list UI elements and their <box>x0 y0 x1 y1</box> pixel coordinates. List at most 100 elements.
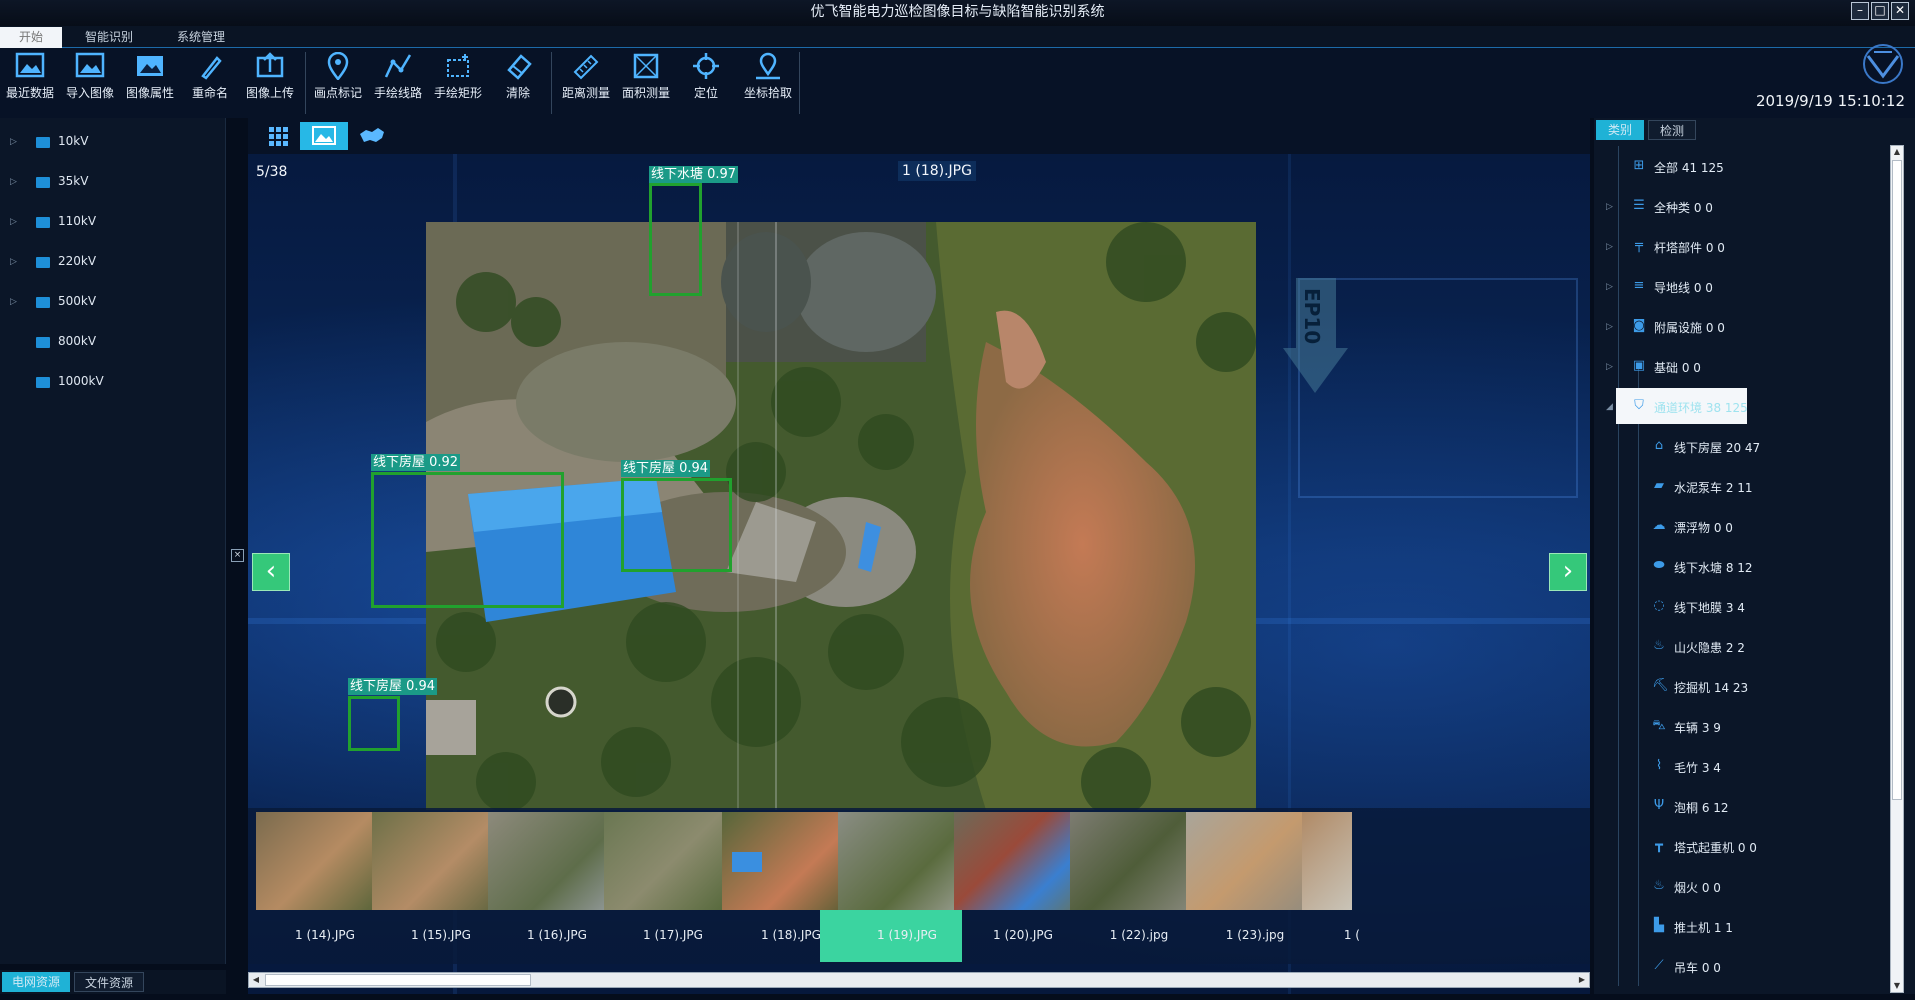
map-pin-icon <box>327 52 349 80</box>
category-floating-object[interactable]: ☁ 漂浮物 0 0 <box>1594 508 1874 544</box>
category-conductors[interactable]: ▷ ≡ 导地线 0 0 <box>1594 268 1874 304</box>
tree-item-110kv[interactable]: ▷ 110kV <box>0 203 226 243</box>
upload-icon <box>256 52 284 78</box>
expand-arrow-icon[interactable]: ▷ <box>1606 242 1613 252</box>
image-upload-button[interactable]: 图像上传 <box>240 52 300 101</box>
next-image-button[interactable]: › <box>1549 553 1587 591</box>
rename-button[interactable]: 重命名 <box>180 52 240 101</box>
tab-file-resources[interactable]: 文件资源 <box>74 972 144 992</box>
category-label: 导地线 0 0 <box>1654 281 1713 295</box>
thumbnail-detail <box>732 852 762 872</box>
tab-smart-recognition[interactable]: 智能识别 <box>70 27 148 48</box>
maximize-button[interactable]: □ <box>1871 2 1889 20</box>
lines-icon: ≡ <box>1633 278 1645 293</box>
detection-box[interactable] <box>621 478 732 572</box>
collapse-panel-button[interactable]: × <box>231 549 244 562</box>
tab-start[interactable]: 开始 <box>0 27 62 48</box>
image-properties-button[interactable]: 图像属性 <box>120 52 180 101</box>
category-pond-under-line[interactable]: ⬬ 线下水塘 8 12 <box>1594 548 1874 584</box>
draw-line-button[interactable]: 手绘线路 <box>368 52 428 101</box>
expand-arrow-icon[interactable]: ▷ <box>10 137 17 147</box>
tool-label: 定位 <box>693 86 718 100</box>
coordinate-pick-button[interactable]: 坐标拾取 <box>736 52 800 101</box>
map-view-button[interactable] <box>348 122 396 150</box>
category-excavator[interactable]: ⛏ 挖掘机 14 23 <box>1594 668 1874 704</box>
category-wildfire-hazard[interactable]: ♨ 山火隐患 2 2 <box>1594 628 1874 664</box>
horizontal-scrollbar[interactable]: ◀ ▶ <box>248 972 1590 988</box>
category-bamboo[interactable]: ⌇ 毛竹 3 4 <box>1594 748 1874 784</box>
tree-item-35kv[interactable]: ▷ 35kV <box>0 163 226 203</box>
right-category-panel: 类别 检测 ⊞ 全部 41 125 ▷ ☰ 全种类 0 0 ▷ ╤ 杆塔部件 0 0 ▷ ≡… <box>1594 118 1915 994</box>
category-pump-truck[interactable]: ▰ 水泥泵车 2 11 <box>1594 468 1874 504</box>
detection-label: 线下房屋 0.94 <box>621 460 711 477</box>
folder-icon <box>36 257 50 268</box>
expand-arrow-icon[interactable]: ▷ <box>10 257 17 267</box>
vertical-scrollbar[interactable]: ▲ ▼ <box>1890 145 1904 993</box>
detection-box[interactable] <box>371 472 564 608</box>
area-measure-button[interactable]: 面积测量 <box>616 52 676 101</box>
minimize-button[interactable]: – <box>1851 2 1869 20</box>
previous-image-button[interactable]: ‹ <box>252 553 290 591</box>
category-all[interactable]: ⊞ 全部 41 125 <box>1594 148 1874 184</box>
expand-arrow-icon[interactable]: ▷ <box>10 177 17 187</box>
category-crane-truck[interactable]: ⟋ 吊车 0 0 <box>1594 948 1874 984</box>
tree-item-220kv[interactable]: ▷ 220kV <box>0 243 226 283</box>
vertical-scroll-thumb[interactable] <box>1892 160 1902 800</box>
collapse-arrow-icon[interactable]: ◢ <box>1606 402 1613 412</box>
scroll-down-arrow-icon[interactable]: ▼ <box>1891 980 1903 992</box>
scroll-up-arrow-icon[interactable]: ▲ <box>1891 146 1903 158</box>
category-paulownia[interactable]: Ψ 泡桐 6 12 <box>1594 788 1874 824</box>
category-ground-film[interactable]: ◌ 线下地膜 3 4 <box>1594 588 1874 624</box>
tab-category[interactable]: 类别 <box>1596 120 1644 140</box>
scroll-right-arrow-icon[interactable]: ▶ <box>1576 974 1588 986</box>
category-tower-parts[interactable]: ▷ ╤ 杆塔部件 0 0 <box>1594 228 1874 264</box>
category-label: 山火隐患 2 2 <box>1674 641 1745 655</box>
clear-button[interactable]: 清除 <box>488 52 548 101</box>
tree-item-800kv[interactable]: 800kV <box>0 323 226 363</box>
chevron-left-icon: ‹ <box>265 556 277 586</box>
tab-system-management[interactable]: 系统管理 <box>162 27 240 48</box>
tool-label: 重命名 <box>191 86 228 100</box>
category-tower-crane[interactable]: ┳ 塔式起重机 0 0 <box>1594 828 1874 864</box>
expand-arrow-icon[interactable]: ▷ <box>10 217 17 227</box>
point-mark-button[interactable]: 画点标记 <box>308 52 368 101</box>
category-bulldozer[interactable]: ▙ 推土机 1 1 <box>1594 908 1874 944</box>
thumbnail-image[interactable] <box>1302 812 1352 910</box>
tree-item-label: 220kV <box>58 254 97 268</box>
tree-item-10kv[interactable]: ▷ 10kV <box>0 123 226 163</box>
expand-arrow-icon[interactable]: ▷ <box>1606 282 1613 292</box>
draw-rectangle-button[interactable]: 手绘矩形 <box>428 52 488 101</box>
tree-item-label: 35kV <box>58 174 89 188</box>
category-foundation[interactable]: ▷ ▣ 基础 0 0 <box>1594 348 1874 384</box>
tab-grid-resources[interactable]: 电网资源 <box>2 972 70 992</box>
locate-button[interactable]: 定位 <box>676 52 736 101</box>
expand-arrow-icon[interactable]: ▷ <box>10 297 17 307</box>
grid-view-button[interactable] <box>254 122 302 150</box>
detection-box[interactable] <box>348 696 400 751</box>
expand-arrow-icon[interactable]: ▷ <box>1606 362 1613 372</box>
distance-measure-button[interactable]: 距离测量 <box>556 52 616 101</box>
close-button[interactable]: ✕ <box>1891 2 1909 20</box>
expand-arrow-icon[interactable]: ▷ <box>1606 322 1613 332</box>
recent-data-button[interactable]: 最近数据 <box>0 52 60 101</box>
import-image-button[interactable]: 导入图像 <box>60 52 120 101</box>
tree-item-1000kv[interactable]: 1000kV <box>0 363 226 403</box>
image-view-button[interactable] <box>300 122 348 150</box>
category-house-under-line[interactable]: ⌂ 线下房屋 20 47 <box>1594 428 1874 464</box>
polyline-icon <box>384 54 412 78</box>
scroll-left-arrow-icon[interactable]: ◀ <box>250 974 262 986</box>
thumbnail-strip: 1 (14).JPG 1 (15).JPG 1 (16).JPG 1 (17).… <box>248 808 1590 964</box>
horizontal-scroll-thumb[interactable] <box>265 974 531 986</box>
tree-item-500kv[interactable]: ▷ 500kV <box>0 283 226 323</box>
category-smoke-fire[interactable]: ♨ 烟火 0 0 <box>1594 868 1874 904</box>
category-all-types[interactable]: ▷ ☰ 全种类 0 0 <box>1594 188 1874 224</box>
category-vehicle[interactable]: ⛍ 车辆 3 9 <box>1594 708 1874 744</box>
tab-detection[interactable]: 检测 <box>1648 120 1696 140</box>
category-ancillary[interactable]: ▷ ◙ 附属设施 0 0 <box>1594 308 1874 344</box>
thumbnail-name[interactable]: 1 ( <box>1300 928 1360 942</box>
detection-box[interactable] <box>649 183 702 296</box>
map-view-icon <box>360 128 384 142</box>
category-corridor-environment[interactable]: ◢ ⛉ 通道环境 38 125 <box>1594 388 1874 424</box>
expand-arrow-icon[interactable]: ▷ <box>1606 202 1613 212</box>
toolbar-separator <box>551 52 552 114</box>
